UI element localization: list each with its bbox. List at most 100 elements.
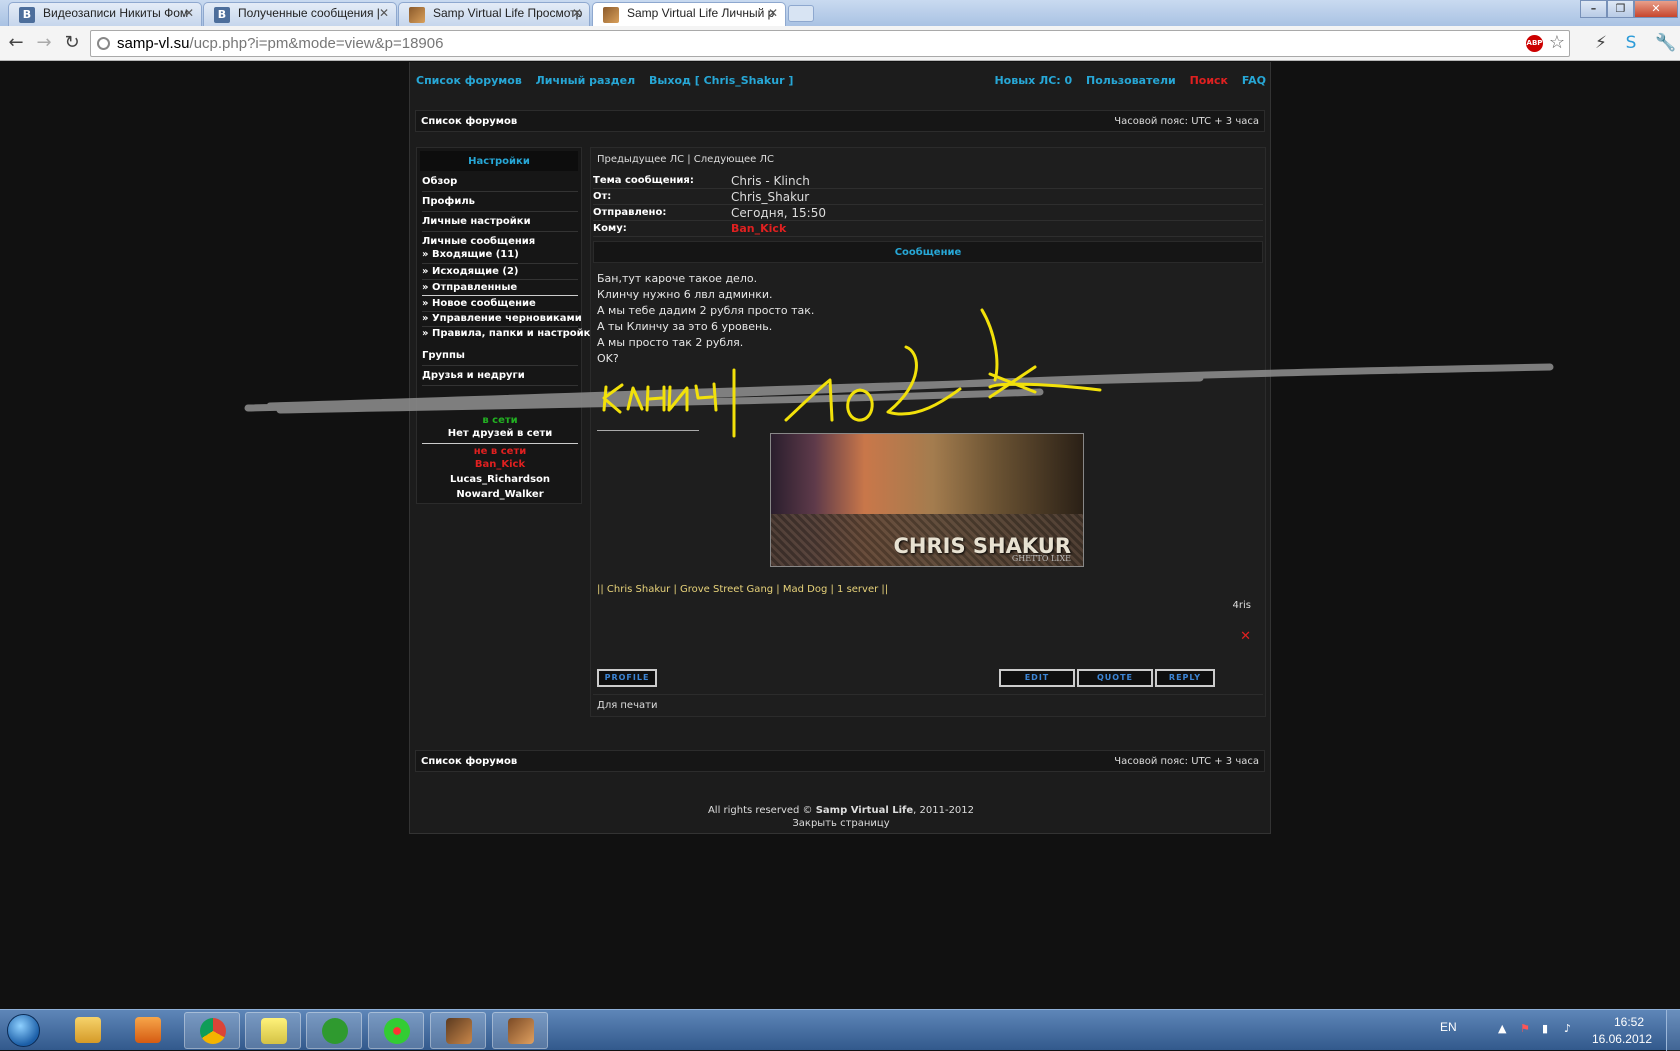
message-panel: Предыдущее ЛС | Следующее ЛС Тема сообще… (590, 147, 1266, 717)
divider (422, 443, 578, 444)
edit-button[interactable]: EDIT (999, 669, 1075, 687)
sidebar-item-personal-settings[interactable]: Личные настройки (422, 216, 531, 227)
close-icon[interactable]: ✕ (184, 6, 194, 20)
reload-icon[interactable]: ↻ (60, 31, 84, 55)
sticky-notes-icon (261, 1018, 287, 1044)
divider (422, 211, 578, 212)
vk-icon: B (19, 7, 35, 23)
faq-link[interactable]: FAQ (1242, 74, 1266, 87)
sidebar-item-drafts[interactable]: Управление черновиками (422, 313, 582, 324)
sidebar-item-outbox[interactable]: Исходящие (2) (422, 266, 519, 277)
close-page-link[interactable]: Закрыть страницу (410, 818, 1272, 829)
sidebar-item-friends[interactable]: Друзья и недруги (422, 370, 525, 381)
from-value[interactable]: Chris_Shakur (731, 190, 809, 204)
close-icon[interactable]: ✕ (379, 6, 389, 20)
sidebar-item-private-messages[interactable]: Личные сообщения (422, 236, 535, 247)
skype-icon[interactable]: S (1620, 32, 1642, 54)
quote-button[interactable]: QUOTE (1077, 669, 1153, 687)
print-link[interactable]: Для печати (593, 694, 1263, 714)
maximize-button[interactable]: ❐ (1607, 0, 1634, 18)
from-row: От: Chris_Shakur (593, 189, 1263, 205)
tab-samp-personal[interactable]: Samp Virtual Life Личный р ✕ (592, 2, 786, 27)
breadcrumb[interactable]: Список форумов (421, 116, 517, 127)
search-link[interactable]: Поиск (1190, 74, 1228, 87)
delete-icon[interactable]: ✕ (1240, 629, 1251, 644)
signature-image-subtitle: GHETTO LIXE (1011, 554, 1071, 563)
network-icon[interactable]: ▮ (1542, 1022, 1556, 1036)
logout-link[interactable]: Выход [ Chris_Shakur ] (649, 74, 793, 87)
sidebar-item-compose[interactable]: Новое сообщение (422, 298, 536, 309)
reply-button[interactable]: REPLY (1155, 669, 1215, 687)
system-tray: EN ▲ ⚑ ▮ ♪ 16:52 16.06.2012 (1420, 1010, 1680, 1051)
divider (422, 231, 578, 232)
taskbar-explorer[interactable] (60, 1012, 116, 1049)
divider (422, 385, 578, 386)
taskbar-samp-1[interactable] (430, 1012, 486, 1049)
utorrent-icon (322, 1018, 348, 1044)
tray-flag-icon[interactable]: ⚑ (1520, 1022, 1534, 1036)
taskbar-media-player[interactable] (120, 1012, 176, 1049)
taskbar-icq[interactable] (368, 1012, 424, 1049)
message-line: А мы тебе дадим 2 рубля просто так. (597, 304, 815, 317)
taskbar-samp-2[interactable] (492, 1012, 548, 1049)
clock-date[interactable]: 16.06.2012 (1592, 1032, 1652, 1046)
sidebar-title: Настройки (420, 151, 578, 171)
sidebar-item-overview[interactable]: Обзор (422, 176, 457, 187)
to-label: Кому: (593, 223, 627, 234)
bookmark-star-icon[interactable]: ☆ (1549, 32, 1565, 53)
taskbar-notes[interactable] (245, 1012, 301, 1049)
friend-ban-kick[interactable]: Ban_Kick (417, 459, 583, 470)
close-icon[interactable]: ✕ (572, 6, 582, 20)
to-row: Кому: Ban_Kick (593, 221, 1263, 237)
personal-section-link[interactable]: Личный раздел (536, 74, 636, 87)
users-link[interactable]: Пользователи (1086, 74, 1176, 87)
signature-name: 4ris (1232, 600, 1251, 611)
forum-list-link[interactable]: Список форумов (416, 74, 522, 87)
to-value[interactable]: Ban_Kick (731, 222, 786, 235)
sidebar-item-rules-folders[interactable]: Правила, папки и настройки (422, 328, 598, 339)
top-nav-left: Список форумов Личный раздел Выход [ Chr… (416, 74, 803, 87)
back-icon[interactable]: ← (4, 31, 28, 55)
profile-button[interactable]: PROFILE (597, 669, 657, 687)
new-tab-button[interactable] (788, 5, 814, 22)
volume-icon[interactable]: ♪ (1564, 1022, 1578, 1036)
subject-value: Chris - Klinch (731, 174, 810, 188)
minimize-button[interactable]: – (1580, 0, 1607, 18)
divider (422, 279, 578, 280)
message-line: А ты Клинчу за это 6 уровень. (597, 320, 773, 333)
new-pm-link[interactable]: Новых ЛС: 0 (994, 74, 1072, 87)
start-button[interactable] (2, 1010, 44, 1051)
close-icon[interactable]: ✕ (768, 6, 778, 20)
adblock-icon[interactable]: ABP (1526, 35, 1543, 52)
tab-vk-messages[interactable]: B Полученные сообщения | ✕ (203, 2, 397, 26)
forward-icon[interactable]: → (32, 31, 56, 55)
message-line: Бан,тут кароче такое дело. (597, 272, 758, 285)
lightning-icon[interactable]: ⚡ (1590, 32, 1612, 54)
show-desktop-button[interactable] (1666, 1010, 1680, 1051)
pm-navigation[interactable]: Предыдущее ЛС | Следующее ЛС (597, 154, 774, 165)
vk-icon: B (214, 7, 230, 23)
address-bar[interactable]: samp-vl.su/ucp.php?i=pm&mode=view&p=1890… (90, 30, 1570, 57)
tab-samp-view[interactable]: Samp Virtual Life Просмотр ✕ (398, 2, 590, 26)
browser-toolbar: ← → ↻ samp-vl.su/ucp.php?i=pm&mode=view&… (0, 26, 1680, 61)
taskbar-chrome[interactable] (184, 1012, 240, 1049)
tray-arrow-icon[interactable]: ▲ (1498, 1022, 1512, 1036)
samp-icon (409, 7, 425, 23)
friend-lucas-richardson[interactable]: Lucas_Richardson (417, 474, 583, 485)
sidebar-item-profile[interactable]: Профиль (422, 196, 475, 207)
wrench-icon[interactable]: 🔧 (1655, 32, 1677, 54)
taskbar-utorrent[interactable] (306, 1012, 362, 1049)
language-indicator[interactable]: EN (1440, 1020, 1457, 1034)
clock-time[interactable]: 16:52 (1614, 1015, 1644, 1029)
friend-noward-walker[interactable]: Noward_Walker (417, 489, 583, 500)
footer-breadcrumb[interactable]: Список форумов (421, 756, 517, 767)
window-close-button[interactable]: ✕ (1634, 0, 1678, 18)
sidebar-item-inbox[interactable]: Входящие (11) (422, 249, 519, 260)
site-name: Samp Virtual Life (815, 805, 914, 816)
message-line: OK? (597, 352, 619, 365)
sidebar-item-sent[interactable]: Отправленные (422, 282, 517, 293)
tab-vk-videos[interactable]: B Видеозаписи Никиты Фом ✕ (8, 2, 202, 26)
divider (422, 191, 578, 192)
sidebar-item-groups[interactable]: Группы (422, 350, 465, 361)
divider (422, 326, 578, 327)
